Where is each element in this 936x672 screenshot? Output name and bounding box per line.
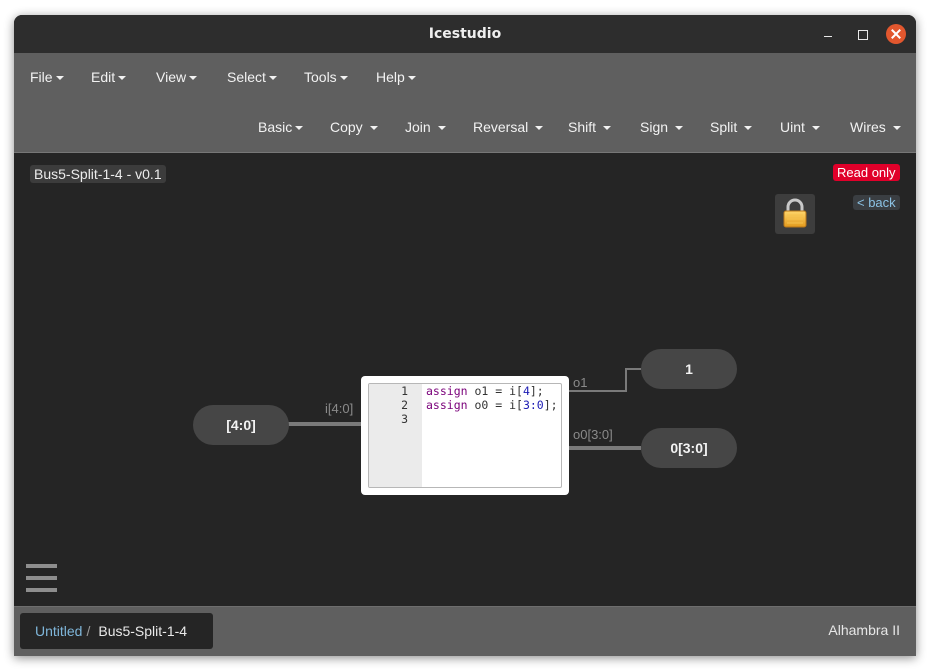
window-title: Icestudio bbox=[428, 26, 502, 42]
code-line[interactable] bbox=[426, 412, 558, 426]
chevron-down-icon bbox=[811, 126, 820, 131]
chevron-down-icon bbox=[602, 126, 611, 131]
chevron-down-icon bbox=[189, 76, 198, 81]
code-keyword: assign bbox=[426, 398, 468, 412]
code-content[interactable]: assign o1 = i[4]; assign o0 = i[3:0]; bbox=[426, 384, 558, 426]
chevron-down-icon bbox=[339, 76, 348, 81]
minimize-button[interactable] bbox=[818, 24, 838, 44]
chevron-down-icon bbox=[407, 76, 416, 81]
output-port-o1[interactable]: 1 bbox=[641, 349, 737, 389]
close-button[interactable] bbox=[886, 24, 906, 44]
collection-shift[interactable]: Shift bbox=[568, 119, 611, 135]
breadcrumb: Untitled / Bus5-Split-1-4 bbox=[20, 613, 213, 649]
menu-view[interactable]: View bbox=[156, 69, 198, 85]
code-text: ]; bbox=[529, 384, 544, 398]
collection-uint[interactable]: Uint bbox=[780, 119, 820, 135]
collection-split[interactable]: Split bbox=[710, 119, 753, 135]
menu-tools[interactable]: Tools bbox=[304, 69, 348, 85]
wire-label-input: i[4:0] bbox=[325, 401, 354, 416]
line-number: 3 bbox=[401, 412, 408, 426]
collection-sign[interactable]: Sign bbox=[640, 119, 683, 135]
title-bar: Icestudio bbox=[14, 15, 916, 53]
collection-reversal[interactable]: Reversal bbox=[473, 119, 544, 135]
wire-label-o1: o1 bbox=[573, 375, 588, 390]
breadcrumb-separator: / bbox=[86, 623, 91, 639]
menu-bar: File Edit View Select Tools Help Basic C… bbox=[14, 53, 916, 153]
line-number: 1 bbox=[401, 384, 408, 398]
input-port[interactable]: [4:0] bbox=[193, 405, 289, 445]
chevron-down-icon bbox=[535, 126, 544, 131]
chevron-down-icon bbox=[118, 76, 127, 81]
chevron-down-icon bbox=[55, 76, 64, 81]
breadcrumb-current: Bus5-Split-1-4 bbox=[98, 623, 188, 639]
collection-basic[interactable]: Basic bbox=[258, 119, 304, 135]
status-bar: Untitled / Bus5-Split-1-4 Alhambra II bbox=[14, 606, 916, 656]
line-number-gutter: 123 bbox=[369, 384, 422, 487]
code-number: 3:0 bbox=[522, 398, 544, 412]
chevron-down-icon bbox=[892, 126, 901, 131]
chevron-down-icon bbox=[369, 126, 378, 131]
chevron-down-icon bbox=[744, 126, 753, 131]
menu-edit[interactable]: Edit bbox=[91, 69, 127, 85]
code-editor[interactable]: 123 assign o1 = i[4]; assign o0 = i[3:0]; bbox=[368, 383, 562, 488]
board-name[interactable]: Alhambra II bbox=[828, 622, 900, 638]
code-text: o1 = i[ bbox=[467, 384, 523, 398]
hamburger-menu-icon[interactable] bbox=[26, 564, 57, 592]
collection-join[interactable]: Join bbox=[405, 119, 446, 135]
code-line[interactable]: assign o1 = i[4]; bbox=[426, 384, 558, 398]
app-window: Icestudio File Edit View Select Tools He… bbox=[14, 15, 916, 656]
code-block[interactable]: 123 assign o1 = i[4]; assign o0 = i[3:0]; bbox=[361, 376, 569, 495]
collection-wires[interactable]: Wires bbox=[850, 119, 901, 135]
wire-label-o0: o0[3:0] bbox=[573, 427, 613, 442]
breadcrumb-root-link[interactable]: Untitled bbox=[35, 623, 82, 639]
chevron-down-icon bbox=[295, 126, 304, 131]
code-number: 4 bbox=[522, 384, 530, 398]
code-keyword: assign bbox=[426, 384, 468, 398]
line-number: 2 bbox=[401, 398, 408, 412]
design-canvas[interactable]: Bus5-Split-1-4 - v0.1 Read only < back i… bbox=[14, 154, 916, 606]
output-port-o0[interactable]: 0[3:0] bbox=[641, 428, 737, 468]
chevron-down-icon bbox=[268, 76, 277, 81]
code-text: ]; bbox=[543, 398, 558, 412]
menu-select[interactable]: Select bbox=[227, 69, 277, 85]
chevron-down-icon bbox=[674, 126, 683, 131]
collection-copy[interactable]: Copy bbox=[330, 119, 378, 135]
menu-help[interactable]: Help bbox=[376, 69, 416, 85]
chevron-down-icon bbox=[437, 126, 446, 131]
maximize-button[interactable] bbox=[852, 24, 872, 44]
menu-file[interactable]: File bbox=[30, 69, 64, 85]
code-text: o0 = i[ bbox=[467, 398, 523, 412]
code-line[interactable]: assign o0 = i[3:0]; bbox=[426, 398, 558, 412]
